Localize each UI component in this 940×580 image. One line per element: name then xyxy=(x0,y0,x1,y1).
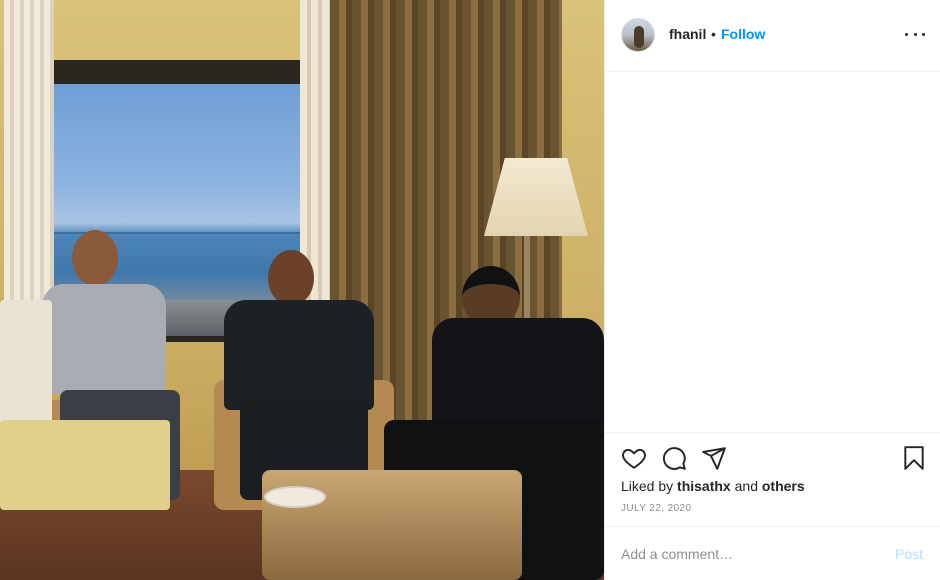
photo-person-body xyxy=(224,300,374,410)
like-button[interactable] xyxy=(621,445,647,471)
comment-button[interactable] xyxy=(661,445,687,471)
photo-horizon xyxy=(40,232,308,234)
add-comment-section: Post xyxy=(605,526,940,580)
ellipsis-icon xyxy=(905,32,908,36)
share-button[interactable] xyxy=(701,445,727,471)
photo-person-body xyxy=(42,284,166,394)
liked-by-user-link[interactable]: thisathx xyxy=(677,478,731,494)
avatar[interactable] xyxy=(621,18,655,52)
ellipsis-icon xyxy=(913,32,917,36)
photo-curtain-left xyxy=(4,0,54,330)
comment-input[interactable] xyxy=(621,543,881,565)
post-photo[interactable] xyxy=(0,0,604,580)
likes-conjunction: and xyxy=(734,478,758,494)
photo-person-head xyxy=(268,250,314,306)
post-comment-button[interactable]: Post xyxy=(895,546,923,562)
bookmark-icon xyxy=(904,446,924,470)
comment-bubble-icon xyxy=(663,447,686,470)
likes-summary: Liked by thisathx and others xyxy=(621,478,805,494)
save-button[interactable] xyxy=(901,445,927,471)
follow-button[interactable]: Follow xyxy=(721,26,765,42)
action-bar xyxy=(605,432,940,480)
photo-person-legs xyxy=(0,420,170,510)
ellipsis-icon xyxy=(922,32,925,36)
photo-plate xyxy=(264,486,326,508)
username-link[interactable]: fhanil xyxy=(669,26,706,42)
heart-icon xyxy=(622,448,646,469)
likes-prefix: Liked by xyxy=(621,478,674,494)
post-side-panel: fhanil • Follow Liked by thisathx and ot… xyxy=(604,0,940,580)
more-options-button[interactable] xyxy=(905,24,925,44)
post-date[interactable]: JULY 22, 2020 xyxy=(621,503,691,514)
likes-others-link[interactable]: others xyxy=(762,478,805,494)
photo-person-head xyxy=(72,230,118,286)
comments-area[interactable] xyxy=(605,72,940,432)
paper-plane-icon xyxy=(702,447,726,470)
post-header: fhanil • Follow xyxy=(605,0,940,72)
separator-dot: • xyxy=(711,26,716,42)
photo-lamp-pole xyxy=(524,236,530,326)
